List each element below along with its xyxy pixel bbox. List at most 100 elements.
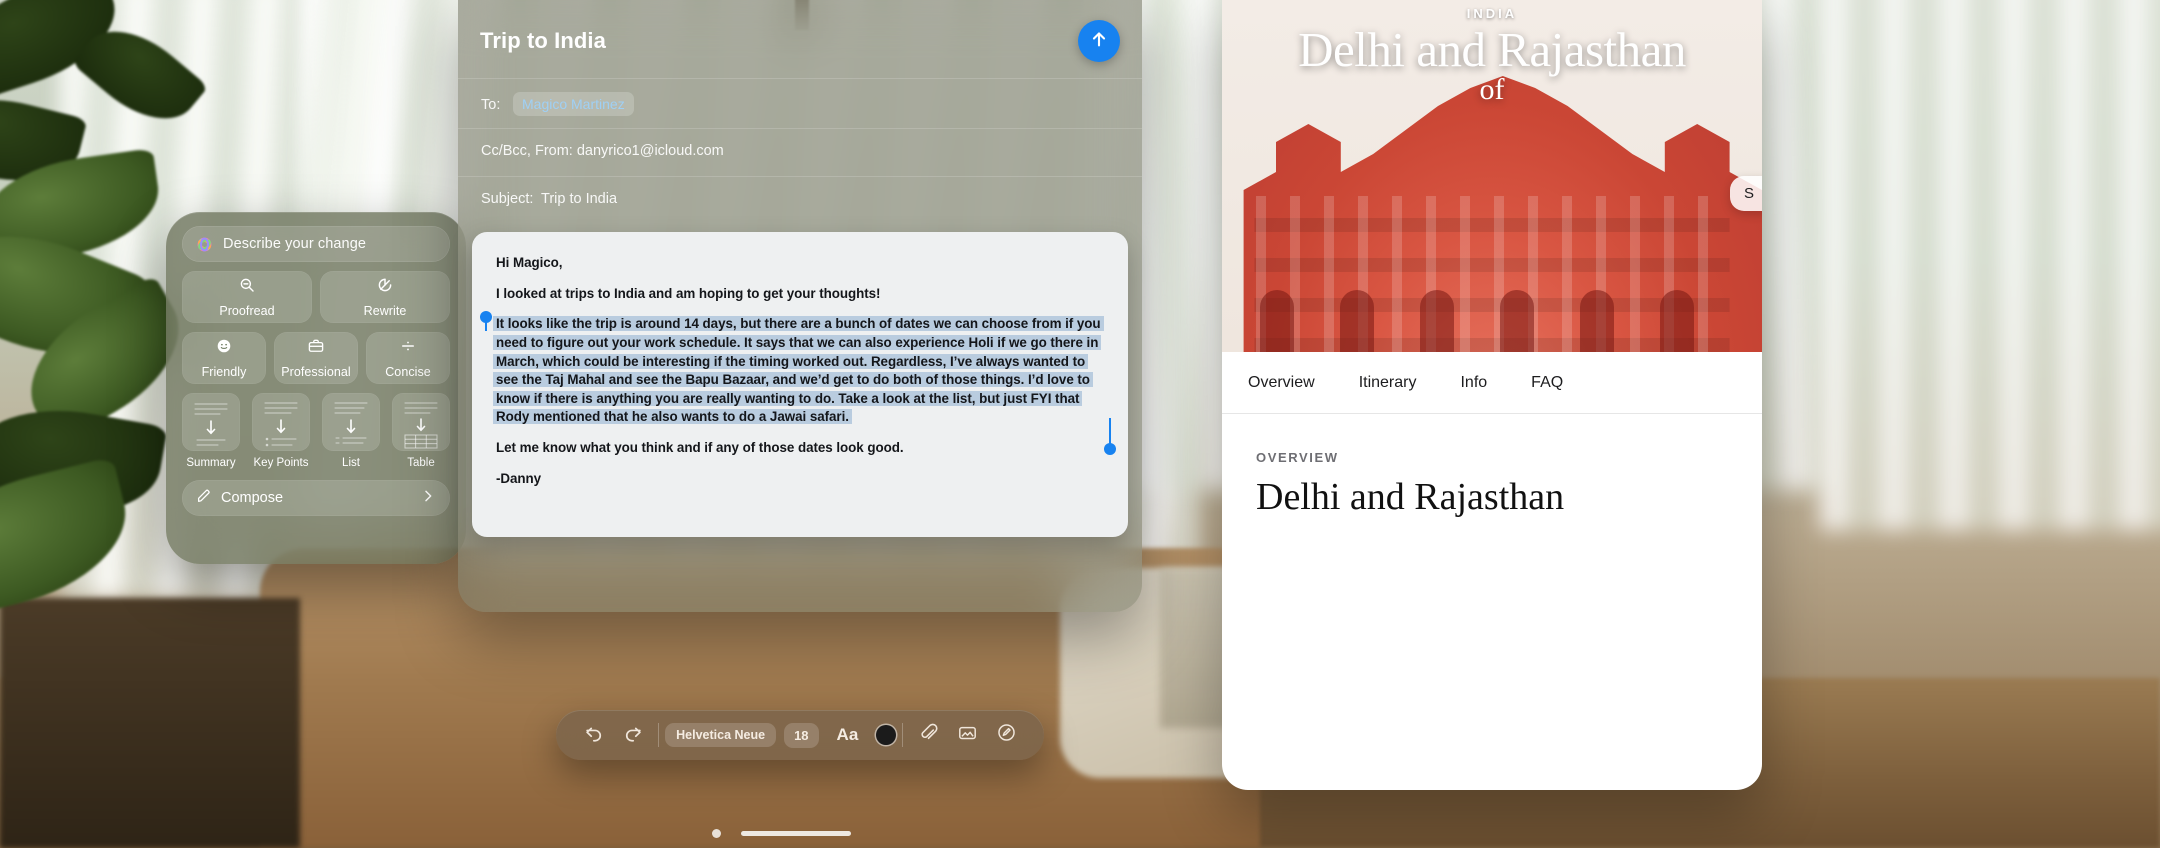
list-label: List [342,457,360,469]
divide-icon [399,337,417,360]
window-resize-dot[interactable] [712,829,721,838]
arch-3 [1420,290,1454,352]
rewrite-label: Rewrite [363,304,407,318]
writing-tools-panel: Describe your change Proofread Rewrite F… [166,212,466,564]
concise-button[interactable]: Concise [366,332,450,384]
arrow-up-icon [1088,28,1110,55]
undo-arrow-icon [583,722,605,749]
guide-hero-kicker: INDIA [1466,6,1518,21]
summary-label: Summary [186,457,236,469]
body-greeting: Hi Magico, [496,255,563,270]
text-color-swatch[interactable] [876,725,896,745]
overview-title: Delhi and Rajasthan [1256,476,1565,518]
to-field-label: To: [481,97,501,113]
guide-hero-image: INDIA Delhi and Rajasthan of S [1222,0,1762,352]
arch-5 [1580,290,1614,352]
list-card-icon [322,393,380,451]
travel-guide-card: INDIA Delhi and Rajasthan of S Overview … [1222,0,1762,790]
compose-button[interactable]: Compose [182,480,450,516]
redo-button[interactable] [613,715,652,755]
pencil-icon [196,488,212,509]
describe-placeholder-text: Describe your change [223,236,367,252]
redo-arrow-icon [622,722,644,749]
body-closing: Let me know what you think and if any of… [496,440,904,455]
professional-label: Professional [281,365,351,379]
mail-body-editor[interactable]: Hi Magico, I looked at trips to India an… [472,232,1128,537]
list-option[interactable]: List [322,393,380,469]
subject-field-value[interactable]: Trip to India [541,191,617,207]
summary-card-icon [182,393,240,451]
describe-your-change-input[interactable]: Describe your change [182,226,450,262]
attach-file-button[interactable] [909,715,948,755]
font-family-selector[interactable]: Helvetica Neue [665,723,777,747]
tab-overview[interactable]: Overview [1248,374,1315,392]
toolbar-divider-2 [901,723,903,747]
home-indicator[interactable] [741,831,851,836]
briefcase-icon [307,337,325,360]
send-button[interactable] [1078,20,1120,62]
mail-window-title: Trip to India [480,28,606,53]
toolbar-divider-1 [658,723,660,747]
share-button[interactable]: S [1729,176,1762,211]
arch-2 [1340,290,1374,352]
table-card-icon [392,393,450,451]
subject-field-label: Subject: [481,191,534,207]
magnifier-minus-icon [238,276,256,299]
text-format-toolbar: Helvetica Neue 18 Aa [556,710,1044,760]
header-divider-2 [458,128,1142,129]
selected-text: It looks like the trip is around 14 days… [493,316,1104,425]
key-points-label: Key Points [253,457,309,469]
font-size-selector[interactable]: 18 [784,722,819,748]
friendly-label: Friendly [201,365,247,379]
body-line-1: I looked at trips to India and am hoping… [496,285,881,301]
key-points-card-icon [252,393,310,451]
professional-button[interactable]: Professional [274,332,358,384]
text-style-button[interactable]: Aa [829,725,867,745]
undo-button[interactable] [574,715,613,755]
markup-pen-icon [996,722,1017,748]
rewrite-button[interactable]: Rewrite [320,271,450,323]
table-label: Table [407,457,435,469]
summary-option[interactable]: Summary [182,393,240,469]
key-points-option[interactable]: Key Points [252,393,310,469]
tab-faq[interactable]: FAQ [1531,374,1563,392]
writing-actions-row-1: Proofread Rewrite [182,271,450,323]
compose-label: Compose [221,490,284,506]
insert-photo-button[interactable] [948,715,987,755]
arch-4 [1500,290,1534,352]
selection-end-handle[interactable] [1104,443,1116,455]
photos-icon [957,722,978,748]
chevron-right-icon [420,488,436,509]
body-selected-paragraph: It looks like the trip is around 14 days… [493,315,1104,427]
guide-tab-bar: Overview Itinerary Info FAQ [1222,352,1762,414]
overview-kicker: OVERVIEW [1256,450,1339,465]
table-option[interactable]: Table [392,393,450,469]
tab-info[interactable]: Info [1460,374,1487,392]
selection-start-stem [485,317,487,331]
friendly-button[interactable]: Friendly [182,332,266,384]
tab-itinerary[interactable]: Itinerary [1359,374,1417,392]
guide-hero-subtitle: of [1479,72,1505,106]
proofread-label: Proofread [219,304,275,318]
header-divider-3 [458,176,1142,177]
rewrite-circle-icon [376,276,394,299]
arch-6 [1660,290,1694,352]
apple-intelligence-icon [195,235,214,254]
arch-1 [1260,290,1294,352]
proofread-button[interactable]: Proofread [182,271,312,323]
guide-hero-title: Delhi and Rajasthan [1298,22,1686,77]
paperclip-icon [918,722,939,748]
header-divider-1 [458,78,1142,79]
side-table [0,598,300,848]
mail-compose-window: Trip to India To: Magico Martinez Cc/Bcc… [458,0,1142,612]
recipient-chip[interactable]: Magico Martinez [513,92,634,116]
selection-end-stem [1109,418,1111,444]
ccbcc-from-field[interactable]: Cc/Bcc, From: danyrico1@icloud.com [481,143,724,159]
guide-hero-text: INDIA Delhi and Rajasthan of [1222,0,1762,105]
guide-content: OVERVIEW Delhi and Rajasthan [1222,414,1762,519]
format-options-row: Summary Key Points List Table [182,393,450,469]
window-far-right [1820,0,2160,530]
concise-label: Concise [385,365,431,379]
smiley-face-icon [215,337,233,360]
markup-button[interactable] [987,715,1026,755]
